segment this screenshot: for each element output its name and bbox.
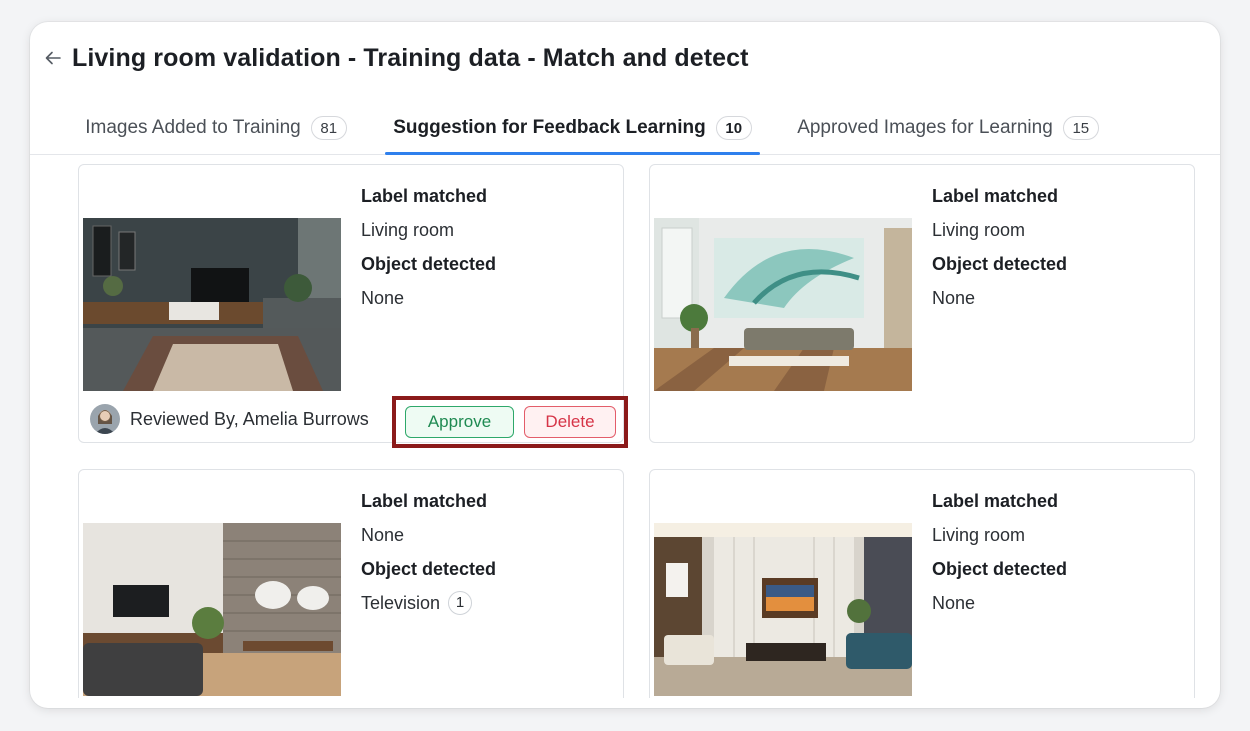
- page-title: Living room validation - Training data -…: [72, 43, 749, 72]
- label-matched-value: None: [361, 525, 405, 545]
- object-detected-value: Television: [361, 593, 441, 613]
- card-details: Label matched Living room Object detecte…: [932, 490, 1067, 614]
- tab-approved-images-for-learning[interactable]: Approved Images for Learning 15: [787, 104, 1109, 152]
- reviewed-by-text: Reviewed By, Amelia Burrows: [130, 408, 369, 429]
- delete-button[interactable]: Delete: [524, 406, 616, 438]
- image-thumbnail[interactable]: [83, 218, 341, 391]
- object-detected-heading: Object detected: [932, 559, 1068, 579]
- action-highlight-box: Approve Delete: [392, 396, 628, 448]
- image-thumbnail[interactable]: [83, 523, 341, 696]
- label-matched-heading: Label matched: [932, 186, 1059, 206]
- label-matched-value: Living room: [932, 220, 1026, 240]
- card-details: Label matched None Object detected Telev…: [361, 490, 497, 615]
- image-thumbnail[interactable]: [654, 523, 912, 696]
- label-matched-value: Living room: [932, 525, 1026, 545]
- review-bar: Reviewed By, Amelia Burrows Approve Dele…: [80, 396, 628, 448]
- object-detected-value: None: [932, 593, 976, 613]
- object-detected-heading: Object detected: [361, 254, 497, 274]
- app-window: Living room validation - Training data -…: [30, 22, 1220, 708]
- suggestion-card: Label matched None Object detected Telev…: [78, 469, 624, 698]
- label-matched-value: Living room: [361, 220, 455, 240]
- back-arrow-icon[interactable]: [42, 47, 64, 69]
- tab-count-badge: 10: [715, 116, 752, 140]
- suggestion-card: Label matched Living room Object detecte…: [78, 164, 628, 448]
- label-matched-heading: Label matched: [932, 491, 1059, 511]
- tab-suggestion-for-feedback-learning[interactable]: Suggestion for Feedback Learning 10: [385, 104, 760, 155]
- tab-label: Approved Images for Learning: [797, 117, 1053, 138]
- reviewer-avatar: [90, 404, 120, 434]
- object-detected-heading: Object detected: [932, 254, 1068, 274]
- image-thumbnail[interactable]: [654, 218, 912, 391]
- page-header: Living room validation - Training data -…: [42, 40, 749, 76]
- object-detected-value: None: [361, 288, 405, 308]
- approve-button[interactable]: Approve: [405, 406, 514, 438]
- suggestion-card: Label matched Living room Object detecte…: [649, 469, 1195, 698]
- object-count-badge: 1: [448, 591, 473, 615]
- label-matched-heading: Label matched: [361, 491, 488, 511]
- card-details: Label matched Living room Object detecte…: [361, 185, 496, 309]
- tab-label: Suggestion for Feedback Learning: [393, 117, 706, 138]
- object-detected-heading: Object detected: [361, 559, 497, 579]
- object-detected-value: None: [932, 288, 976, 308]
- tab-label: Images Added to Training: [85, 117, 301, 138]
- tab-count-badge: 15: [1062, 116, 1099, 140]
- suggestion-grid: Label matched Living room Object detecte…: [30, 154, 1220, 698]
- card-details: Label matched Living room Object detecte…: [932, 185, 1067, 309]
- tab-count-badge: 81: [310, 116, 347, 140]
- tab-images-added-to-training[interactable]: Images Added to Training 81: [76, 104, 356, 152]
- object-detected-row: Television 1: [361, 591, 496, 615]
- tab-bar: Images Added to Training 81 Suggestion f…: [30, 104, 1220, 155]
- label-matched-heading: Label matched: [361, 186, 488, 206]
- suggestion-card: Label matched Living room Object detecte…: [649, 164, 1195, 443]
